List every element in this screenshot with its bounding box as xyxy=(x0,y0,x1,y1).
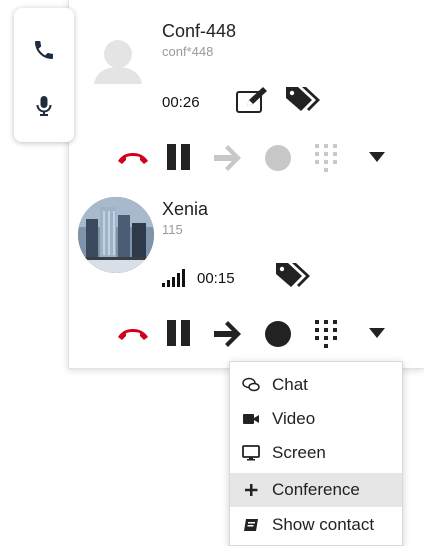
signal-strength-icon xyxy=(162,269,185,287)
menu-item-show-contact[interactable]: Show contact xyxy=(230,508,402,542)
contact-card-icon xyxy=(244,519,258,531)
monitor-icon xyxy=(242,445,260,461)
menu-item-video[interactable]: Video xyxy=(230,402,402,436)
call-1-number: conf*448 xyxy=(162,44,214,59)
plus-icon xyxy=(245,484,258,496)
hangup-icon[interactable] xyxy=(115,146,151,168)
edit-icon[interactable] xyxy=(235,86,271,116)
menu-item-label: Chat xyxy=(272,375,308,394)
call-1-duration: 00:26 xyxy=(162,94,200,111)
avatar-placeholder xyxy=(80,24,156,100)
video-camera-icon xyxy=(243,414,259,424)
call-2-name: Xenia xyxy=(162,199,209,219)
call-2-duration: 00:15 xyxy=(197,270,235,287)
chat-icon xyxy=(242,377,260,392)
menu-item-chat[interactable]: Chat xyxy=(230,368,402,402)
chevron-down-icon[interactable] xyxy=(367,326,387,340)
menu-item-label: Show contact xyxy=(272,515,375,534)
dialpad-icon[interactable] xyxy=(311,317,345,351)
phone-icon[interactable] xyxy=(32,38,56,62)
menu-item-label: Conference xyxy=(272,480,360,499)
pause-icon[interactable] xyxy=(165,318,193,348)
record-icon xyxy=(265,145,291,171)
menu-item-screen[interactable]: Screen xyxy=(230,436,402,470)
pause-icon[interactable] xyxy=(165,142,193,172)
hangup-icon[interactable] xyxy=(115,322,151,344)
user-silhouette-icon xyxy=(94,40,142,84)
call-2-number: 115 xyxy=(162,222,183,237)
transfer-arrow-icon[interactable] xyxy=(212,320,244,348)
call-1-name: Conf-448 xyxy=(162,21,237,41)
microphone-icon[interactable] xyxy=(32,94,56,118)
call-options-menu: Chat Video Screen Conference Show contac… xyxy=(229,361,403,546)
tags-icon[interactable] xyxy=(284,84,322,114)
tags-icon[interactable] xyxy=(274,260,312,290)
transfer-arrow-icon xyxy=(214,145,241,171)
call-type-sidebar xyxy=(14,8,74,142)
chevron-down-icon[interactable] xyxy=(367,150,387,164)
dialpad-icon xyxy=(315,144,337,172)
record-icon[interactable] xyxy=(263,319,293,349)
avatar-xenia xyxy=(78,197,154,273)
menu-item-label: Screen xyxy=(272,443,326,462)
building-photo-icon xyxy=(78,197,154,273)
menu-item-label: Video xyxy=(272,409,316,428)
menu-item-conference[interactable]: Conference xyxy=(230,473,402,507)
